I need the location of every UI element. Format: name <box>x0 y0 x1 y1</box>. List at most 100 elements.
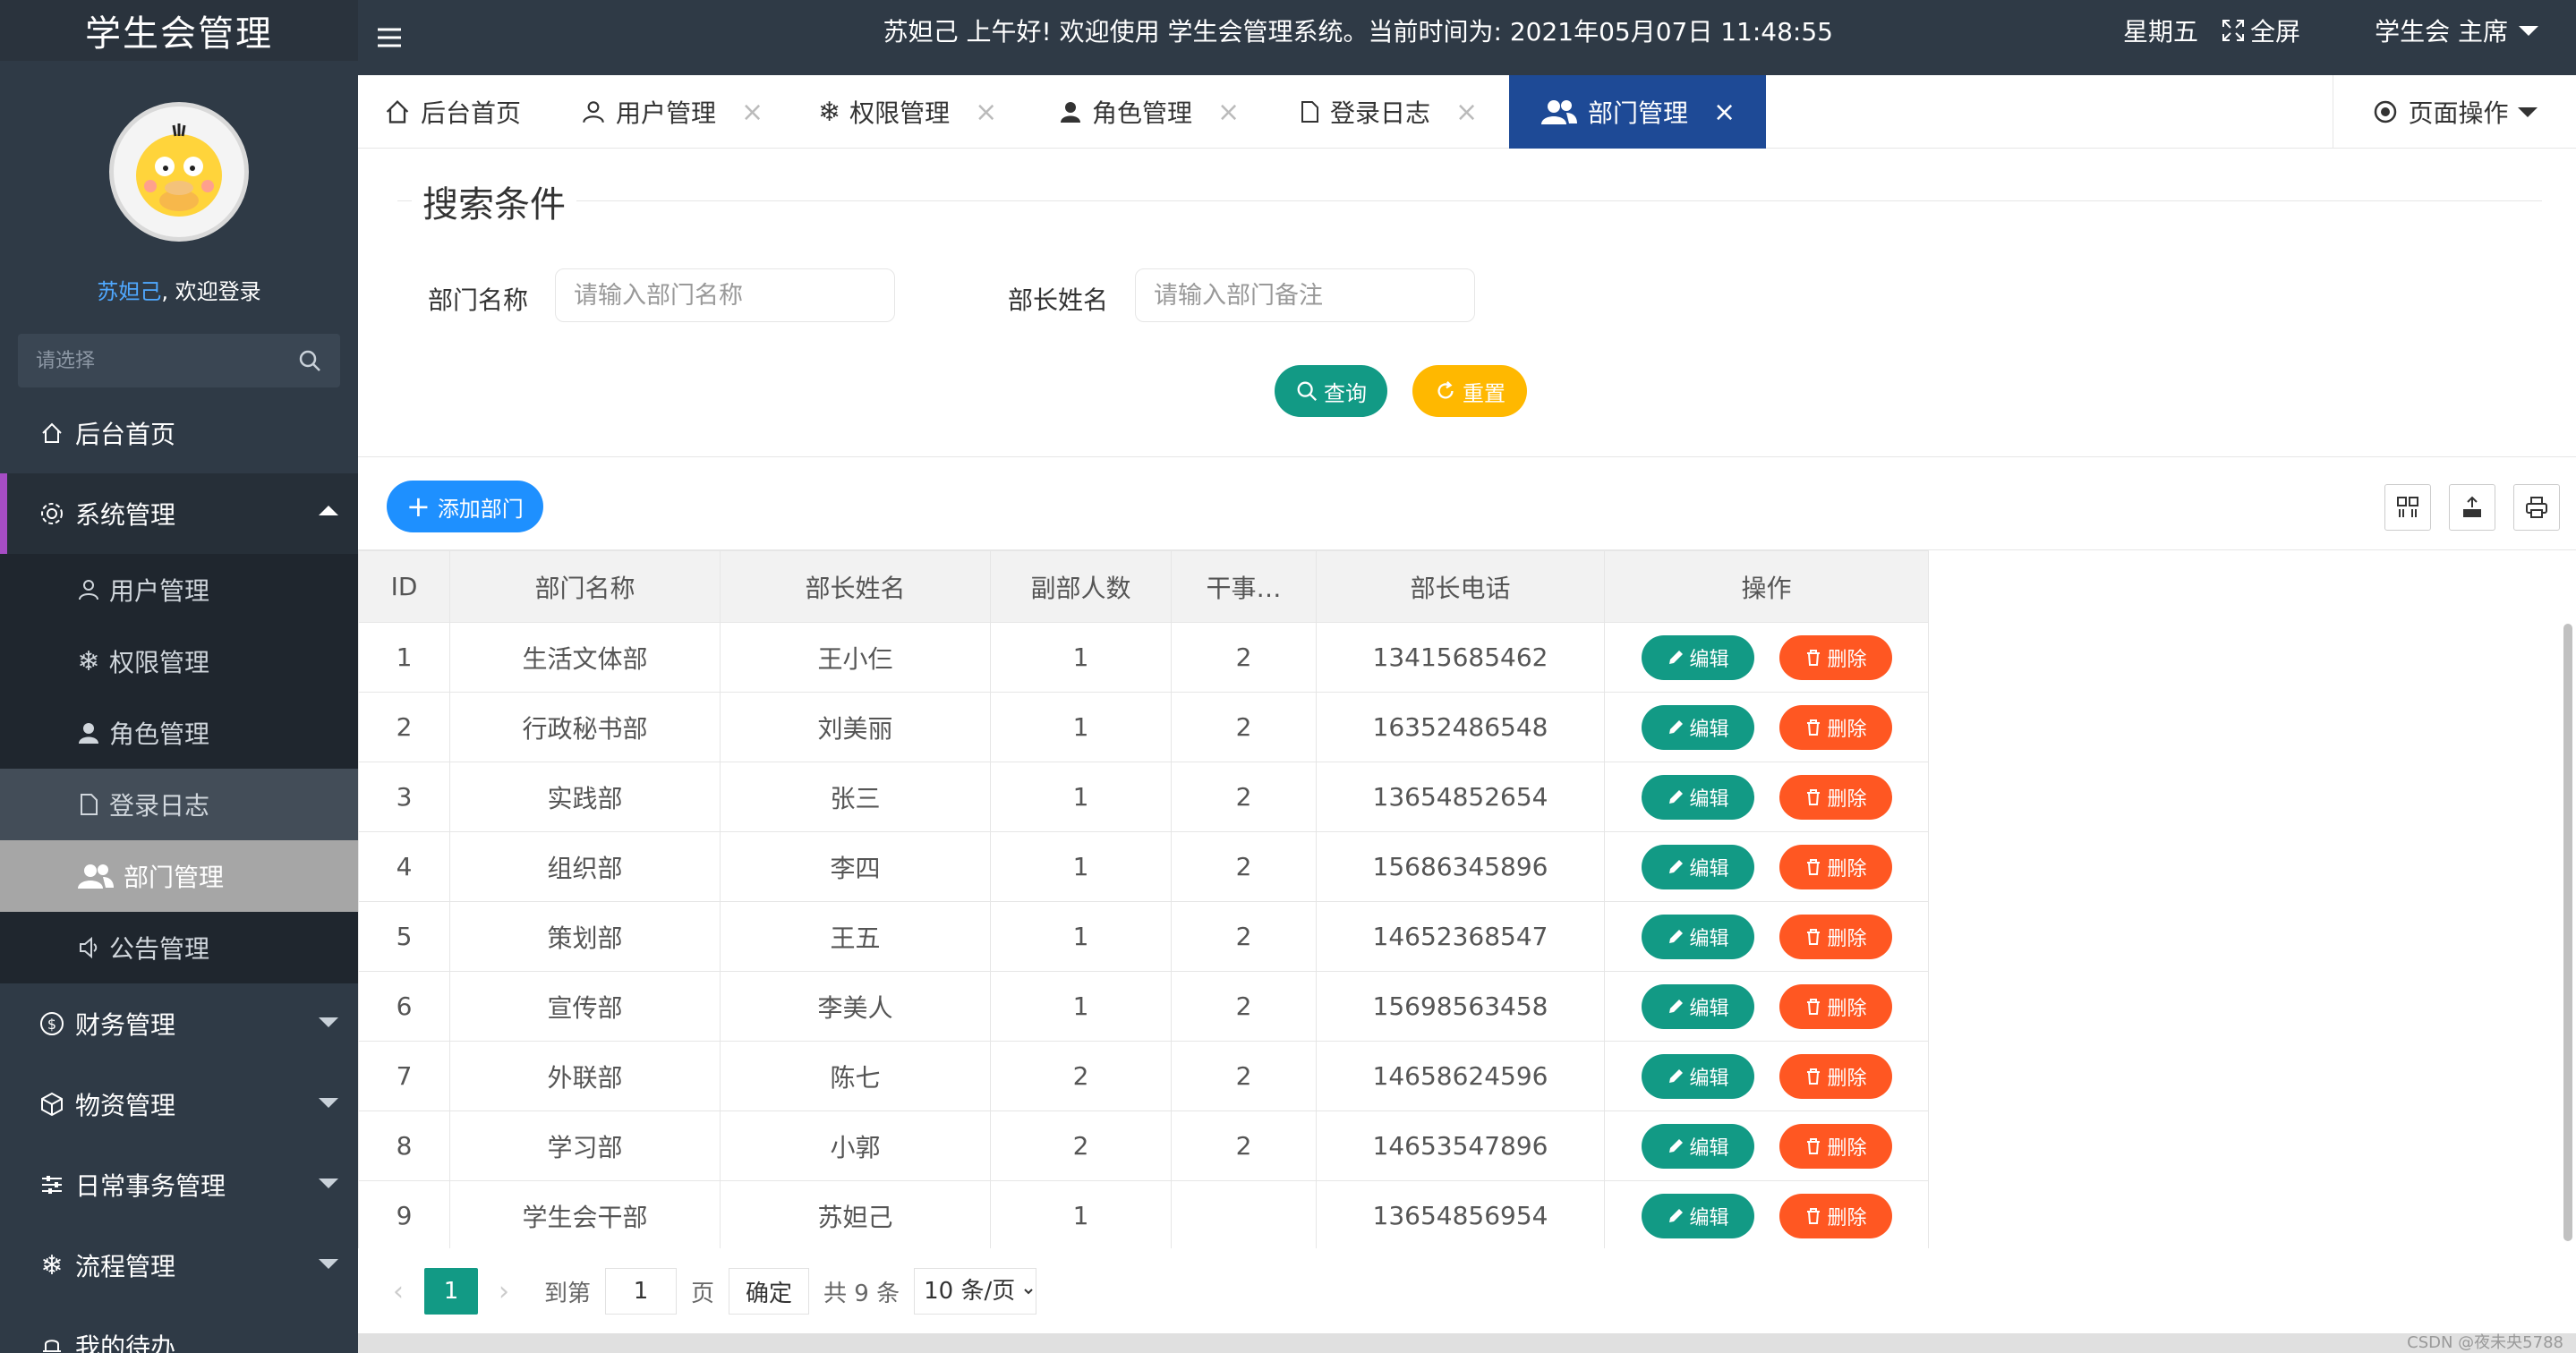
cell-phone: 14658624596 <box>1316 1041 1605 1111</box>
delete-button[interactable]: 删除 <box>1778 914 1892 959</box>
close-icon[interactable]: × <box>975 97 997 128</box>
close-icon[interactable]: × <box>741 97 763 128</box>
delete-button[interactable]: 删除 <box>1778 1053 1892 1099</box>
tab-users[interactable]: 用户管理 × <box>580 75 763 149</box>
users-icon <box>1541 100 1577 124</box>
columns-filter-button[interactable] <box>2384 484 2431 531</box>
search-icon[interactable] <box>297 348 322 373</box>
close-icon[interactable]: × <box>1713 97 1736 128</box>
table-row[interactable]: 2 行政秘书部 刘美丽 1 2 16352486548 编辑 删除 <box>358 692 1929 762</box>
table-row[interactable]: 1 生活文体部 王小仨 1 2 13415685462 编辑 删除 <box>358 622 1929 693</box>
horizontal-scrollbar[interactable] <box>358 1333 2576 1353</box>
sidebar-item-system[interactable]: 系统管理 <box>0 473 358 554</box>
edit-button[interactable]: 编辑 <box>1641 914 1754 959</box>
menu-toggle-icon[interactable] <box>374 22 405 53</box>
delete-button[interactable]: 删除 <box>1778 1123 1892 1169</box>
col-staff-count[interactable]: 干事… <box>1171 550 1317 623</box>
col-head-name[interactable]: 部长姓名 <box>720 550 991 623</box>
delete-button[interactable]: 删除 <box>1778 634 1892 680</box>
edit-button[interactable]: 编辑 <box>1641 844 1754 889</box>
svg-text:$: $ <box>47 1016 56 1033</box>
sidebar-item-login-log[interactable]: 登录日志 <box>0 769 358 840</box>
sidebar-item-daily-affairs[interactable]: 日常事务管理 <box>0 1145 358 1225</box>
sidebar-search-input[interactable] <box>36 349 269 372</box>
delete-button[interactable]: 删除 <box>1778 774 1892 820</box>
edit-button[interactable]: 编辑 <box>1641 1193 1754 1238</box>
add-department-button[interactable]: + 添加部门 <box>387 481 543 532</box>
edit-button[interactable]: 编辑 <box>1641 704 1754 750</box>
cell-id: 9 <box>358 1180 450 1251</box>
tab-permissions[interactable]: ❄ 权限管理 × <box>818 75 997 149</box>
head-name-input[interactable] <box>1135 268 1475 322</box>
cell-dept-name: 生活文体部 <box>449 622 721 693</box>
sidebar-item-announcements[interactable]: 公告管理 <box>0 912 358 983</box>
table-row[interactable]: 7 外联部 陈七 2 2 14658624596 编辑 删除 <box>358 1041 1929 1111</box>
sidebar-item-departments[interactable]: 部门管理 <box>0 840 358 912</box>
sidebar-item-finance[interactable]: $ 财务管理 <box>0 983 358 1064</box>
close-icon[interactable]: × <box>1217 97 1240 128</box>
page-current[interactable]: 1 <box>424 1268 478 1315</box>
file-icon <box>1301 101 1318 123</box>
delete-button[interactable]: 删除 <box>1778 844 1892 889</box>
next-page-icon[interactable]: › <box>490 1276 517 1307</box>
sidebar-search[interactable] <box>18 334 340 387</box>
goto-confirm-button[interactable]: 确定 <box>729 1268 810 1315</box>
cell-actions: 编辑 删除 <box>1604 1041 1929 1111</box>
pencil-icon <box>1669 719 1684 734</box>
page-size-select[interactable]: 10 条/页 <box>914 1268 1037 1315</box>
tab-login-log[interactable]: 登录日志 × <box>1298 75 1478 149</box>
sidebar-menu: 后台首页 系统管理 用户管理 ❄ 权限管理 角色管理 登录日志 部门管理 公告管… <box>0 393 358 1353</box>
table-row[interactable]: 9 学生会干部 苏妲己 1 13654856954 编辑 删除 <box>358 1180 1929 1251</box>
dept-name-input[interactable] <box>555 268 895 322</box>
table-row[interactable]: 8 学习部 小郭 2 2 14653547896 编辑 删除 <box>358 1110 1929 1181</box>
tab-departments[interactable]: 部门管理 × <box>1509 75 1767 149</box>
table-scrollbar[interactable] <box>2563 624 2572 1241</box>
cell-deputy-count: 1 <box>990 971 1172 1042</box>
table-panel: + 添加部门 ID 部门名称 部长姓名 副部人数 干事… 部长电话 操作 1 生活… <box>358 456 2576 1353</box>
edit-button[interactable]: 编辑 <box>1641 1053 1754 1099</box>
chevron-up-icon <box>319 506 338 515</box>
cell-id: 4 <box>358 831 450 902</box>
cell-phone: 14652368547 <box>1316 901 1605 972</box>
prev-page-icon[interactable]: ‹ <box>385 1276 412 1307</box>
delete-button[interactable]: 删除 <box>1778 704 1892 750</box>
sidebar-item-users[interactable]: 用户管理 <box>0 554 358 625</box>
edit-button[interactable]: 编辑 <box>1641 1123 1754 1169</box>
trash-icon <box>1807 788 1821 805</box>
cell-staff-count: 2 <box>1171 901 1317 972</box>
tab-home[interactable]: 后台首页 <box>383 75 521 149</box>
sidebar-item-roles[interactable]: 角色管理 <box>0 697 358 769</box>
export-button[interactable] <box>2449 484 2495 531</box>
edit-button[interactable]: 编辑 <box>1641 774 1754 820</box>
table-row[interactable]: 6 宣传部 李美人 1 2 15698563458 编辑 删除 <box>358 971 1929 1042</box>
edit-button[interactable]: 编辑 <box>1641 634 1754 680</box>
sidebar-item-supplies[interactable]: 物资管理 <box>0 1064 358 1145</box>
sidebar-item-permissions[interactable]: ❄ 权限管理 <box>0 625 358 697</box>
avatar[interactable] <box>109 102 249 242</box>
sidebar-item-todo[interactable]: 我的待办 <box>0 1306 358 1353</box>
user-role-dropdown[interactable]: 学生会 主席 <box>2375 0 2538 61</box>
reset-button[interactable]: 重置 <box>1412 365 1527 417</box>
print-button[interactable] <box>2513 484 2560 531</box>
delete-button[interactable]: 删除 <box>1778 983 1892 1029</box>
cell-head-name: 苏妲己 <box>720 1180 991 1251</box>
close-icon[interactable]: × <box>1455 97 1478 128</box>
sidebar-item-home[interactable]: 后台首页 <box>0 393 358 473</box>
cell-dept-name: 外联部 <box>449 1041 721 1111</box>
edit-button[interactable]: 编辑 <box>1641 983 1754 1029</box>
table-row[interactable]: 3 实践部 张三 1 2 13654852654 编辑 删除 <box>358 762 1929 832</box>
delete-button[interactable]: 删除 <box>1778 1193 1892 1238</box>
username[interactable]: 苏妲己 <box>97 279 161 304</box>
sidebar-item-workflow[interactable]: ❄ 流程管理 <box>0 1225 358 1306</box>
fullscreen-button[interactable]: 全屏 <box>2222 0 2300 61</box>
col-deputy-count[interactable]: 副部人数 <box>990 550 1172 623</box>
query-button[interactable]: 查询 <box>1275 365 1387 417</box>
col-dept-name[interactable]: 部门名称 <box>449 550 721 623</box>
goto-page-input[interactable] <box>605 1268 678 1315</box>
col-id[interactable]: ID <box>358 550 450 623</box>
tab-roles[interactable]: 角色管理 × <box>1058 75 1240 149</box>
table-row[interactable]: 5 策划部 王五 1 2 14652368547 编辑 删除 <box>358 901 1929 972</box>
table-row[interactable]: 4 组织部 李四 1 2 15686345896 编辑 删除 <box>358 831 1929 902</box>
col-phone[interactable]: 部长电话 <box>1316 550 1605 623</box>
page-operations-dropdown[interactable]: 页面操作 <box>2333 75 2576 149</box>
